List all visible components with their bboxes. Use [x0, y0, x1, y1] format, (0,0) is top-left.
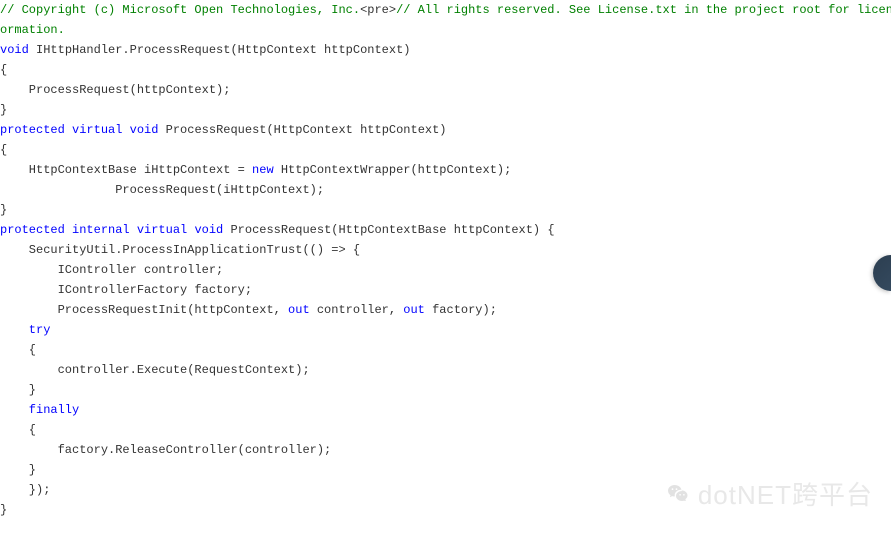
code-line: protected virtual void ProcessRequest(Ht… [0, 120, 891, 140]
code-line: protected internal virtual void ProcessR… [0, 220, 891, 240]
code-line: ProcessRequestInit(httpContext, out cont… [0, 300, 891, 320]
code-token: out [288, 303, 310, 317]
code-token: try [0, 323, 50, 337]
code-line: SecurityUtil.ProcessInApplicationTrust((… [0, 240, 891, 260]
code-token: } [0, 103, 7, 117]
code-token: factory); [425, 303, 497, 317]
code-line: { [0, 340, 891, 360]
code-token: } [0, 463, 36, 477]
code-token: IController controller; [0, 263, 223, 277]
code-token [122, 123, 129, 137]
code-token: <pre> [360, 3, 396, 17]
code-token [65, 223, 72, 237]
code-token: controller.Execute(RequestContext); [0, 363, 310, 377]
code-token: protected [0, 123, 65, 137]
code-token: { [0, 63, 7, 77]
code-token: IHttpHandler.ProcessRequest(HttpContext … [29, 43, 411, 57]
code-line: factory.ReleaseController(controller); [0, 440, 891, 460]
code-line: void IHttpHandler.ProcessRequest(HttpCon… [0, 40, 891, 60]
code-line: } [0, 380, 891, 400]
code-line: IController controller; [0, 260, 891, 280]
code-line: IControllerFactory factory; [0, 280, 891, 300]
code-token: controller, [310, 303, 404, 317]
code-token: } [0, 503, 7, 517]
code-token: void [194, 223, 223, 237]
code-token: new [252, 163, 274, 177]
code-token: { [0, 143, 7, 157]
code-token: // All rights reserved. See License.txt … [396, 3, 891, 17]
code-line: } [0, 100, 891, 120]
code-token: void [130, 123, 159, 137]
code-line: try [0, 320, 891, 340]
code-token: protected [0, 223, 65, 237]
code-token: virtual [137, 223, 187, 237]
code-token: out [403, 303, 425, 317]
code-line: ProcessRequest(iHttpContext); [0, 180, 891, 200]
code-line: } [0, 200, 891, 220]
code-token: void [0, 43, 29, 57]
code-token [130, 223, 137, 237]
code-token: { [0, 343, 36, 357]
code-token: internal [72, 223, 130, 237]
code-token: finally [0, 403, 79, 417]
code-token: HttpContextBase iHttpContext = [0, 163, 252, 177]
code-token: SecurityUtil.ProcessInApplicationTrust((… [0, 243, 360, 257]
code-line: } [0, 500, 891, 520]
code-token: IControllerFactory factory; [0, 283, 252, 297]
code-token [65, 123, 72, 137]
code-token: HttpContextWrapper(httpContext); [274, 163, 512, 177]
code-line: } [0, 460, 891, 480]
code-token: { [0, 423, 36, 437]
code-token: }); [0, 483, 50, 497]
code-line: { [0, 420, 891, 440]
code-token: factory.ReleaseController(controller); [0, 443, 331, 457]
code-token: } [0, 383, 36, 397]
code-token: ProcessRequest(iHttpContext); [0, 183, 324, 197]
code-line: HttpContextBase iHttpContext = new HttpC… [0, 160, 891, 180]
code-token: ProcessRequest(HttpContextBase httpConte… [223, 223, 554, 237]
code-token: ProcessRequestInit(httpContext, [0, 303, 288, 317]
code-line: controller.Execute(RequestContext); [0, 360, 891, 380]
code-token: ProcessRequest(httpContext); [0, 83, 230, 97]
code-line: finally [0, 400, 891, 420]
code-line: ormation. [0, 20, 891, 40]
code-line: // Copyright (c) Microsoft Open Technolo… [0, 0, 891, 20]
code-token: ormation. [0, 23, 65, 37]
code-token: ProcessRequest(HttpContext httpContext) [158, 123, 446, 137]
code-line: ProcessRequest(httpContext); [0, 80, 891, 100]
code-line: { [0, 60, 891, 80]
code-line: { [0, 140, 891, 160]
code-line: }); [0, 480, 891, 500]
code-token: virtual [72, 123, 122, 137]
code-token: } [0, 203, 7, 217]
code-block: // Copyright (c) Microsoft Open Technolo… [0, 0, 891, 520]
code-token: // Copyright (c) Microsoft Open Technolo… [0, 3, 360, 17]
